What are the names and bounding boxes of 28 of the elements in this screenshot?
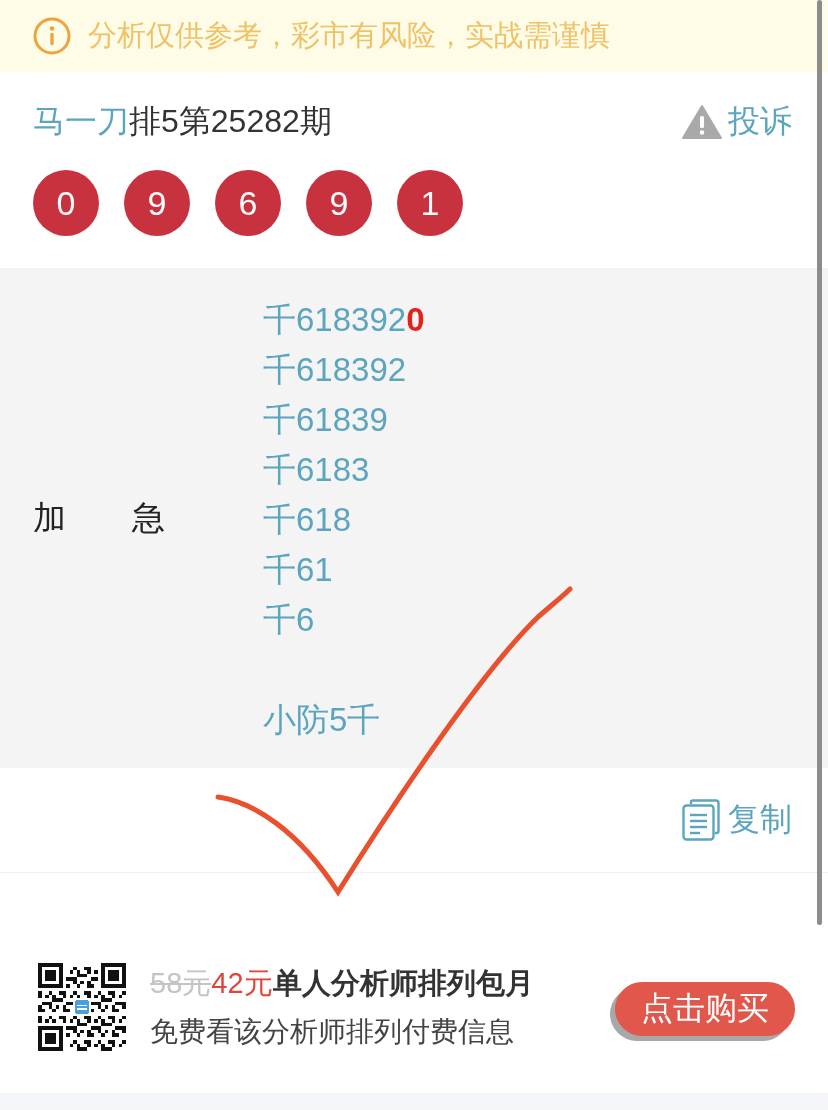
pick-line: 千6183 [263,450,371,490]
old-price: 58元 [150,966,212,999]
issue-title: 马一刀排5第25282期 [33,102,332,141]
plan-title: 单人分析师排列包月 [272,966,534,999]
lottery-ball: 6 [215,170,281,236]
lottery-ball: 0 [33,170,99,236]
pick-line: 千61839 [263,400,389,440]
copy-button[interactable]: 复制 [682,798,792,842]
notice-text: 分析仅供参考，彩市有风险，实战需谨慎 [88,18,610,53]
warning-icon [682,105,722,139]
pick-line: 千6 [263,600,316,640]
pick-line: 小防5千 [263,700,382,740]
report-button[interactable]: 投诉 [682,100,792,144]
pick-line: 千61 [263,550,334,590]
lottery-ball: 9 [124,170,190,236]
document-icon [682,799,720,841]
plan-description: 免费看该分析师排列付费信息 [150,1014,515,1049]
pick-line: 千618392 [263,350,408,390]
scrollbar-thumb[interactable] [817,0,822,925]
pick-line: 千6183920 [263,300,425,340]
lottery-ball: 1 [397,170,463,236]
author-link[interactable]: 马一刀 [33,103,129,139]
pick-line: 千618 [263,500,353,540]
qr-code-icon [38,963,126,1051]
pick-category-label: 加 急 [33,497,166,538]
sale-price: 42元 [211,966,273,999]
info-icon [33,17,71,55]
lottery-ball: 9 [306,170,372,236]
